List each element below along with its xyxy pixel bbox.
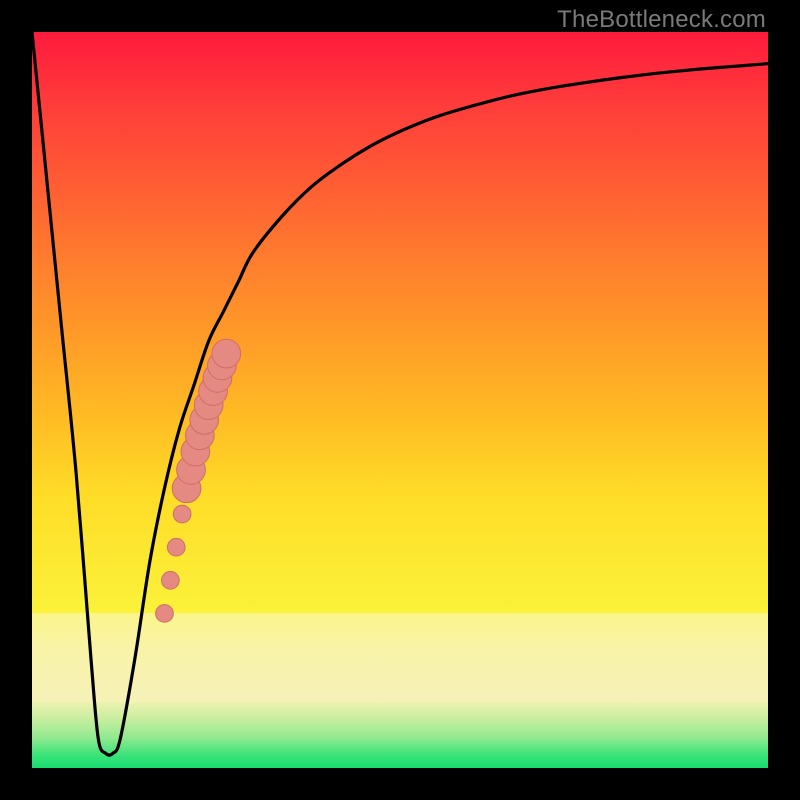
data-point [167, 538, 185, 556]
watermark-text: TheBottleneck.com [557, 6, 766, 34]
chart-frame: TheBottleneck.com [0, 0, 800, 800]
plot-area [32, 32, 768, 768]
data-point [173, 505, 191, 523]
data-point [156, 605, 174, 623]
data-point [162, 571, 180, 589]
data-point [212, 339, 241, 368]
data-points [32, 32, 768, 768]
